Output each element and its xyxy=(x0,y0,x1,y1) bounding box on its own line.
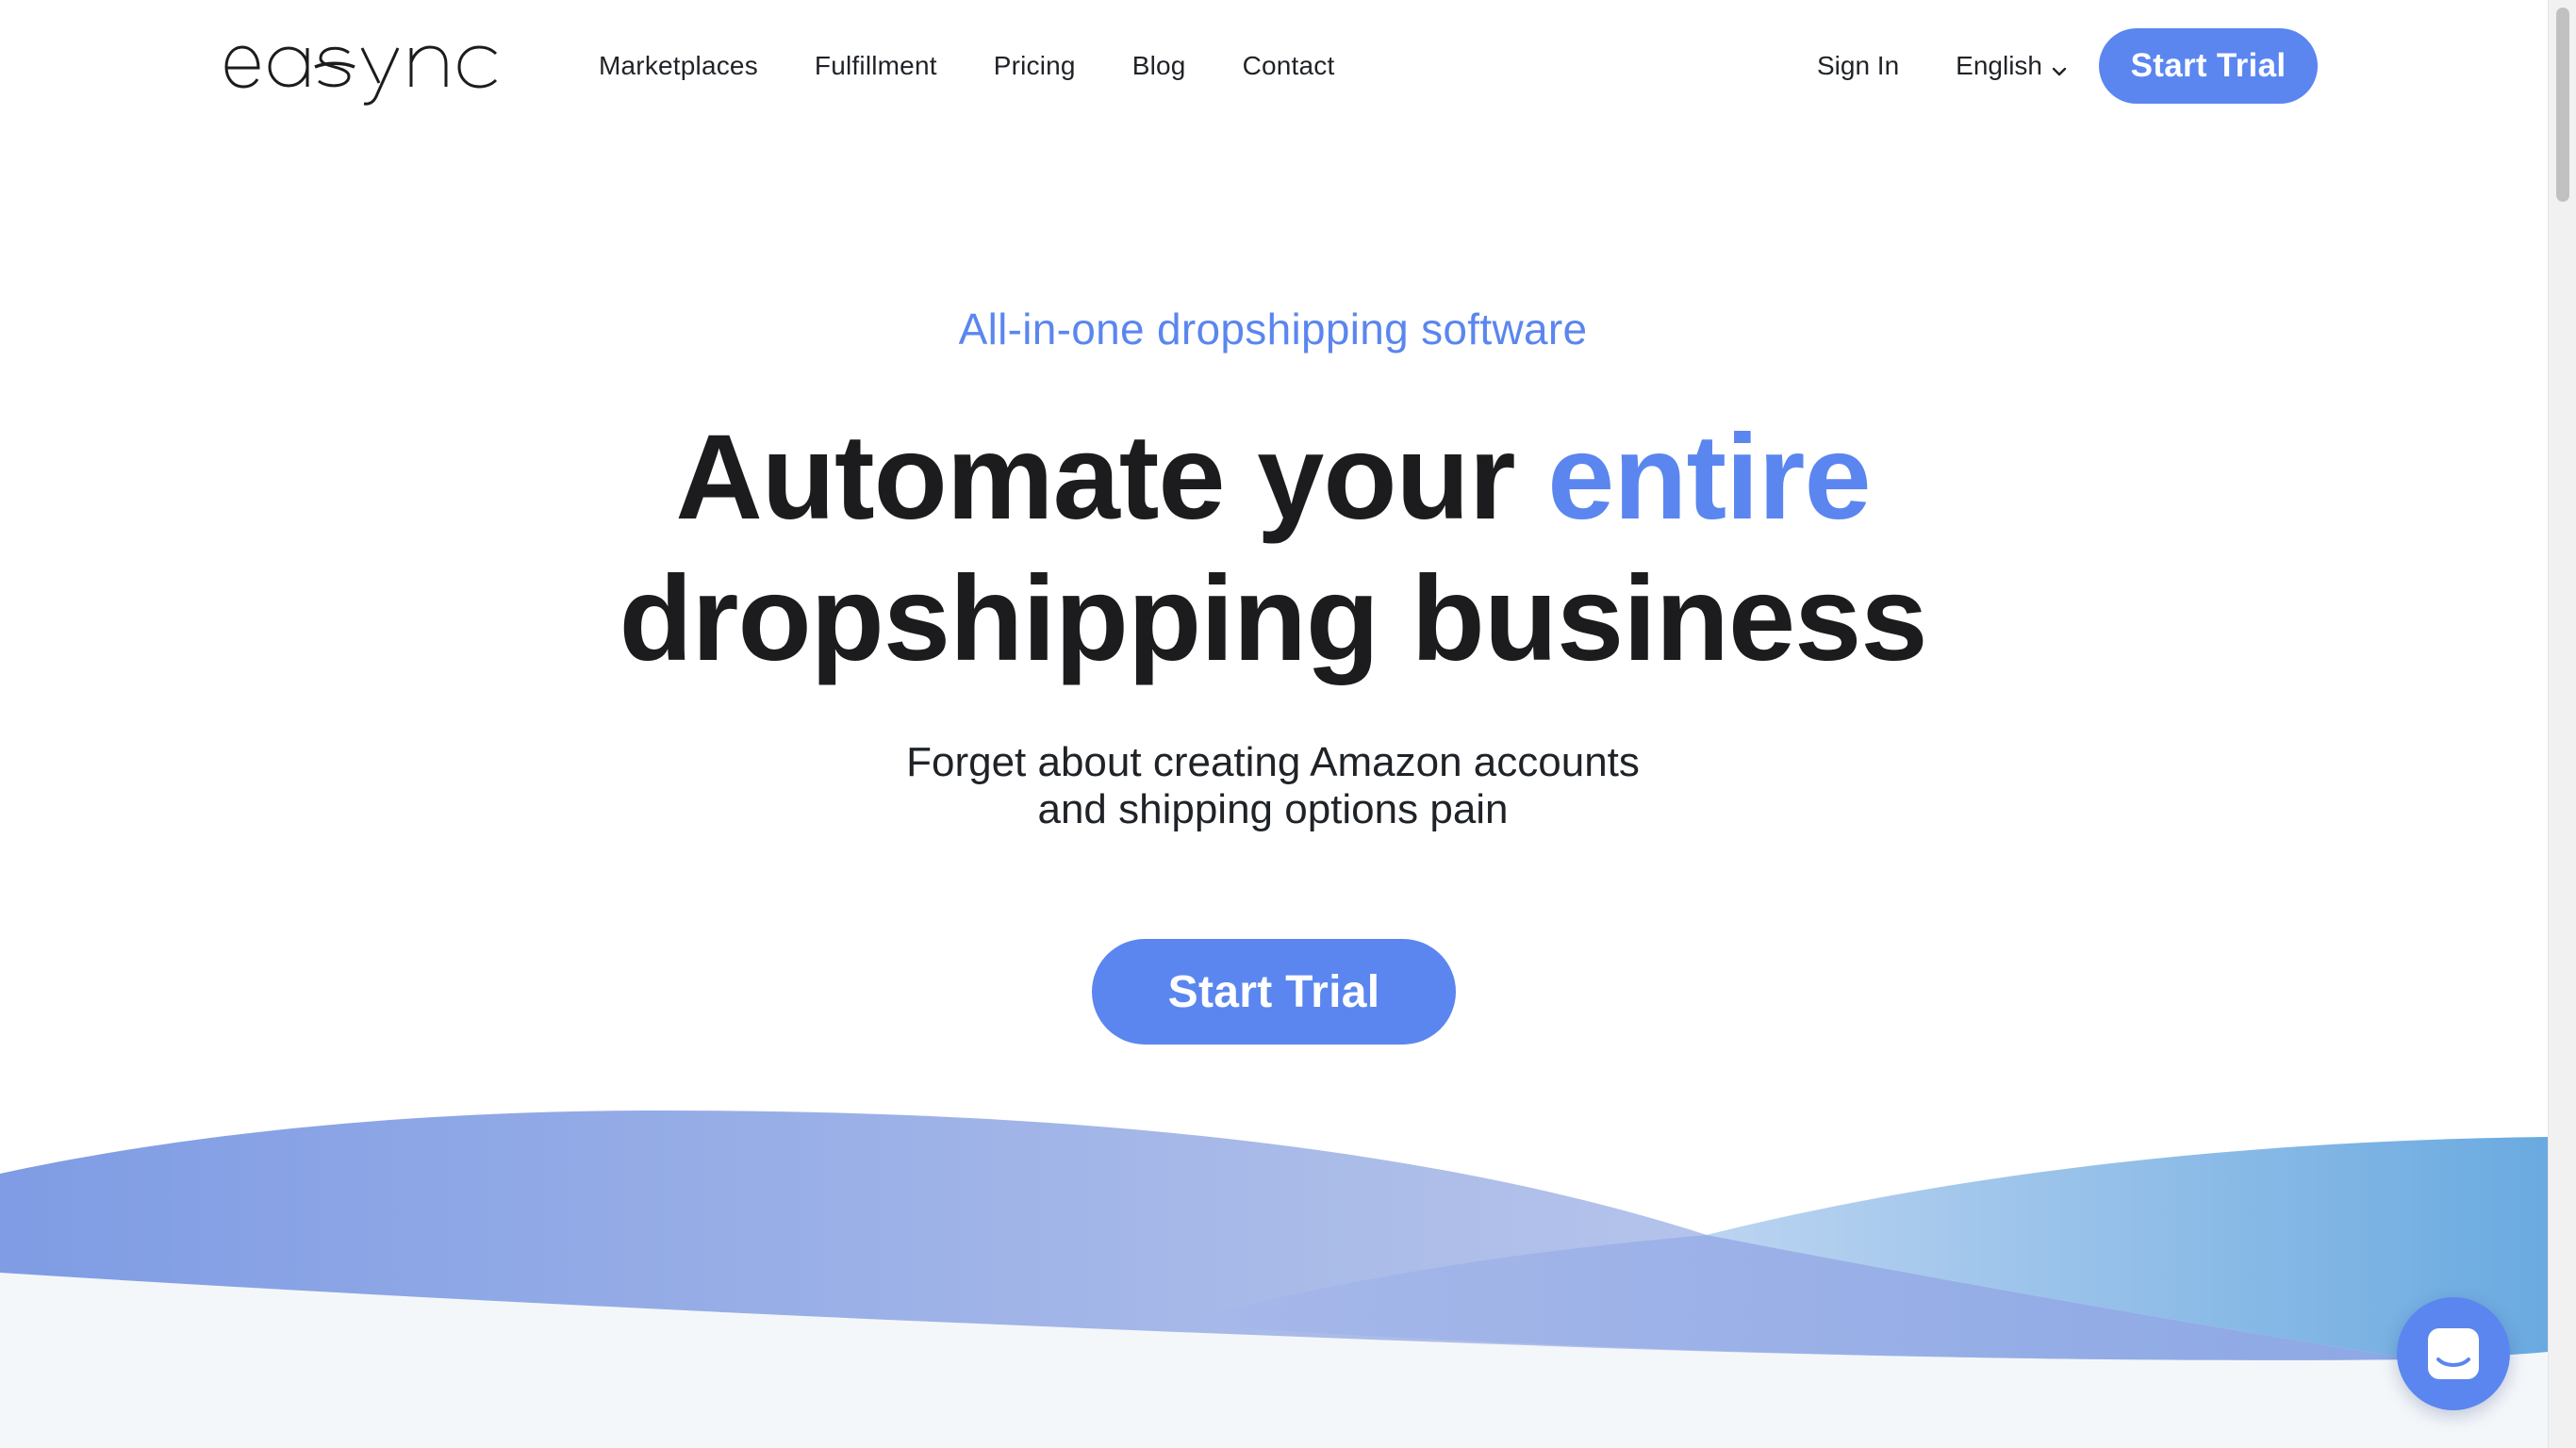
hero-subheadline: Forget about creating Amazon accounts an… xyxy=(0,739,2546,833)
headline-accent: entire xyxy=(1547,410,1872,545)
landing-page: Marketplaces Fulfillment Pricing Blog Co… xyxy=(0,0,2576,1448)
scrollbar-thumb[interactable] xyxy=(2556,8,2569,202)
headline-line-1: Automate your entire xyxy=(0,407,2546,549)
hero-eyebrow: All-in-one dropshipping software xyxy=(958,304,1588,354)
headline-line-2: dropshipping business xyxy=(619,551,1927,686)
headline-part-1: Automate your xyxy=(675,410,1515,545)
subheadline-line-1: Forget about creating Amazon accounts xyxy=(906,739,1640,785)
hero-headline: Automate your entire dropshipping busine… xyxy=(0,407,2546,690)
chat-launcher-button[interactable] xyxy=(2397,1297,2510,1410)
page-scrollbar[interactable] xyxy=(2548,0,2576,1448)
chat-bubble-icon xyxy=(2428,1328,2479,1379)
hero-section: All-in-one dropshipping software Automat… xyxy=(0,0,2546,1131)
hero-waves xyxy=(0,1084,2548,1448)
subheadline-line-2: and shipping options pain xyxy=(1037,786,1509,832)
hero-start-trial-button[interactable]: Start Trial xyxy=(1092,939,1456,1045)
